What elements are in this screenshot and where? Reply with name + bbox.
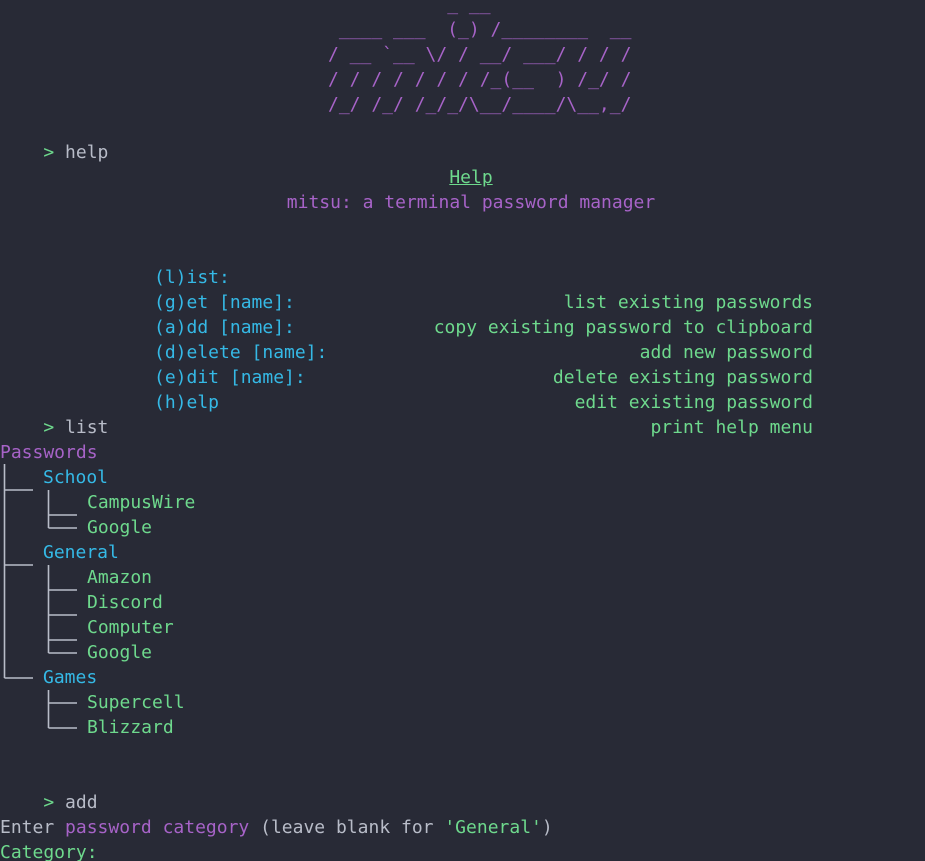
- command-line-add: > add: [0, 765, 97, 813]
- tree-category-games[interactable]: Games: [43, 665, 97, 690]
- password-category-text: password category: [65, 817, 250, 838]
- tree-item[interactable]: Blizzard: [87, 715, 174, 740]
- enter-text: Enter: [0, 817, 55, 838]
- tree-category-general[interactable]: General: [43, 540, 119, 565]
- close-paren: ): [541, 817, 553, 838]
- terminal-window[interactable]: _ __ ____ ___ (_) /________ __ / __ `__ …: [0, 0, 925, 861]
- tree-item[interactable]: CampusWire: [87, 490, 195, 515]
- add-category-instruction: Enter password category (leave blank for…: [0, 815, 553, 840]
- tree-item[interactable]: Computer: [87, 615, 174, 640]
- tree-item[interactable]: Discord: [87, 590, 163, 615]
- tree-item[interactable]: Amazon: [87, 565, 152, 590]
- command-text: add: [65, 792, 98, 813]
- tree-category-school[interactable]: School: [43, 465, 108, 490]
- tree-item[interactable]: Google: [87, 640, 152, 665]
- default-category-value: 'General': [444, 817, 542, 838]
- prompt-symbol: >: [43, 792, 55, 813]
- leave-blank-text: (leave blank for: [260, 817, 434, 838]
- tree-item[interactable]: Supercell: [87, 690, 185, 715]
- tree-item[interactable]: Google: [87, 515, 152, 540]
- category-input-prompt[interactable]: Category:: [0, 840, 98, 861]
- tree-root-passwords: Passwords: [0, 442, 98, 463]
